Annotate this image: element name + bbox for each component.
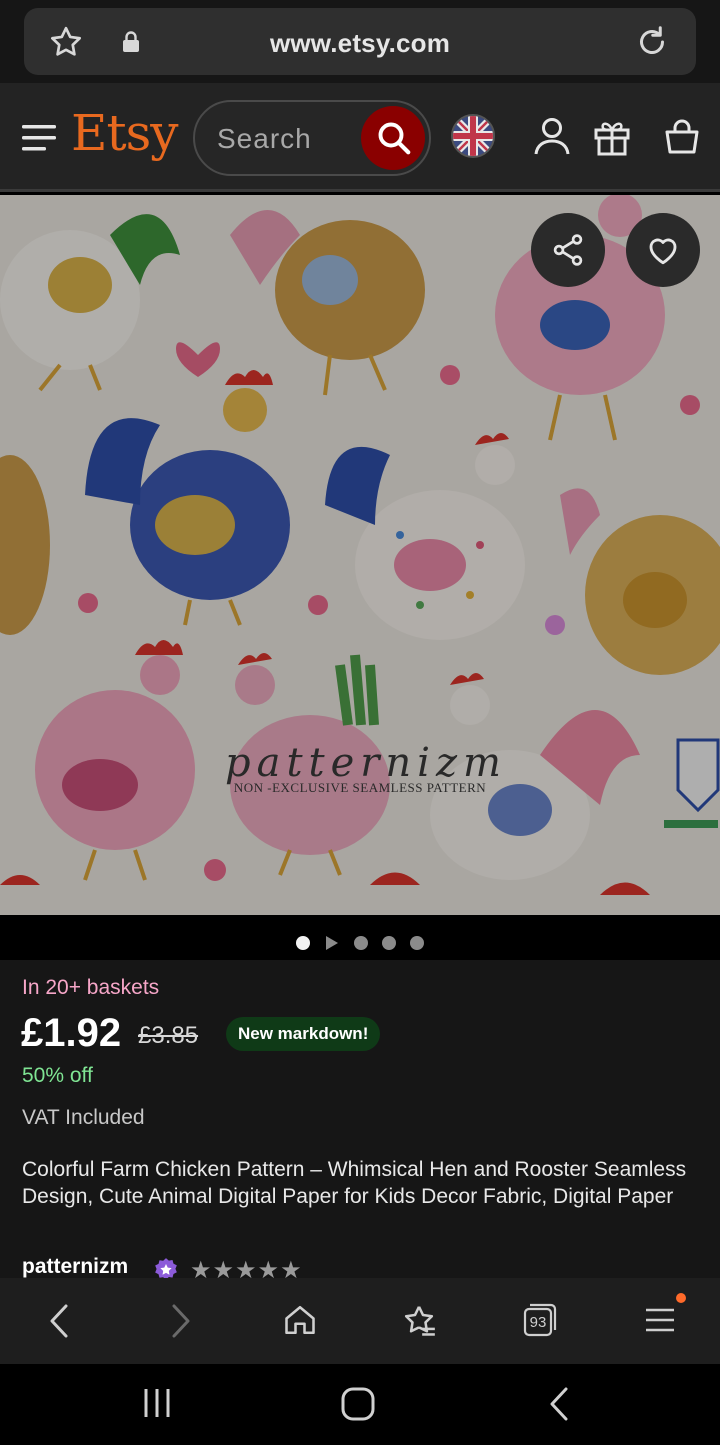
uk-flag-icon[interactable] [451, 114, 495, 158]
reload-icon[interactable] [634, 24, 670, 65]
carousel-dot-active[interactable] [296, 936, 310, 950]
image-overlay [0, 195, 720, 915]
carousel-dot[interactable] [410, 936, 424, 950]
recent-apps-icon[interactable] [141, 1386, 173, 1425]
markdown-badge: New markdown! [226, 1017, 381, 1051]
url-text: www.etsy.com [269, 28, 451, 58]
share-button[interactable] [531, 213, 605, 287]
shop-name-link[interactable]: patternizm [22, 1255, 128, 1279]
browser-menu-icon[interactable] [644, 1302, 676, 1343]
baskets-count: In 20+ baskets [22, 976, 160, 999]
bookmarks-icon[interactable] [400, 1302, 438, 1345]
back-icon[interactable] [44, 1302, 74, 1345]
notification-dot [676, 1293, 686, 1303]
heart-icon [649, 238, 677, 265]
search-icon [378, 122, 411, 155]
original-price: £3.85 [138, 1022, 199, 1049]
tabs-icon[interactable]: 93 [522, 1302, 558, 1343]
product-info: In 20+ baskets £1.92 £3.85 New markdown!… [0, 960, 720, 1284]
carousel-indicators [0, 930, 720, 956]
share-icon [553, 234, 583, 266]
basket-icon[interactable] [664, 116, 700, 161]
site-header: Etsy Search [0, 83, 720, 192]
browser-toolbar: 93 [0, 1278, 720, 1364]
account-icon[interactable] [533, 116, 571, 161]
home-icon[interactable] [282, 1302, 318, 1343]
home-button-icon[interactable] [340, 1386, 376, 1427]
system-nav-bar [0, 1364, 720, 1445]
system-back-icon[interactable] [546, 1386, 574, 1427]
product-image[interactable]: patternizm NON -EXCLUSIVE SEAMLESS PATTE… [0, 195, 720, 915]
etsy-logo[interactable]: Etsy [71, 104, 178, 162]
current-price: £1.92 [21, 1011, 122, 1055]
gift-icon[interactable] [593, 116, 631, 161]
menu-icon[interactable] [22, 124, 56, 157]
video-play-icon[interactable] [324, 935, 340, 956]
product-title: Colorful Farm Chicken Pattern – Whimsica… [22, 1158, 687, 1208]
forward-icon[interactable] [166, 1302, 196, 1345]
carousel-dot[interactable] [382, 936, 396, 950]
address-field[interactable]: www.etsy.com [24, 8, 696, 75]
discount-text: 50% off [22, 1064, 93, 1087]
tab-count: 93 [529, 1314, 547, 1331]
search-button[interactable] [361, 106, 425, 170]
browser-url-bar: www.etsy.com [0, 0, 720, 83]
favorite-button[interactable] [626, 213, 700, 287]
search-bar[interactable]: Search [193, 100, 431, 176]
carousel-dot[interactable] [354, 936, 368, 950]
vat-text: VAT Included [22, 1106, 145, 1129]
search-input[interactable]: Search [217, 123, 312, 155]
